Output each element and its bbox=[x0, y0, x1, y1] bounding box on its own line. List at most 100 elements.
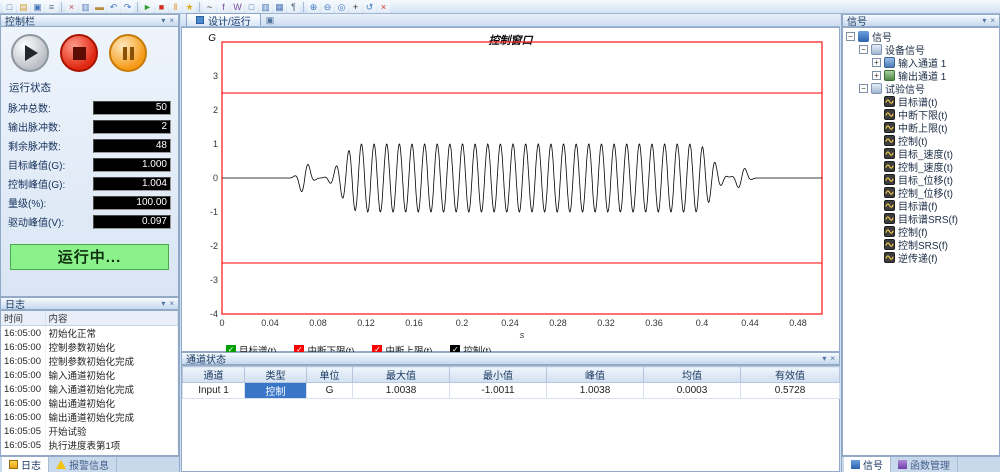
x-tick-label: 0.04 bbox=[261, 318, 279, 328]
wave-icon bbox=[884, 122, 895, 133]
cross-cursor-icon[interactable]: + bbox=[349, 1, 362, 13]
file-save-icon[interactable]: ▣ bbox=[31, 1, 44, 13]
copy-icon[interactable]: ▥ bbox=[79, 1, 92, 13]
log-column-header: 内容 bbox=[45, 311, 178, 326]
log-cell: 执行进度表第1项 bbox=[45, 438, 178, 452]
channel-cell: 0.0003 bbox=[644, 383, 741, 399]
new-waterfall-window-icon[interactable]: W bbox=[231, 1, 244, 13]
close-icon[interactable]: × bbox=[830, 353, 835, 364]
float-window-icon[interactable]: ▣ bbox=[266, 15, 275, 26]
signal-tabstrip: 信号 函数管理 bbox=[842, 456, 1000, 472]
log-icon bbox=[9, 460, 18, 469]
signal-icon bbox=[851, 460, 860, 469]
new-time-window-icon[interactable]: ~ bbox=[203, 1, 216, 13]
channel-status-title: 通道状态 bbox=[186, 351, 226, 366]
channel-cell: 1.0038 bbox=[353, 383, 450, 399]
start-button[interactable] bbox=[11, 34, 49, 72]
channel-status-header: 通道状态 ▾ × bbox=[181, 352, 840, 365]
layout-single-icon[interactable]: □ bbox=[245, 1, 258, 13]
y-tick-label: -1 bbox=[210, 207, 218, 217]
function-icon bbox=[898, 460, 907, 469]
redo-icon[interactable]: ↷ bbox=[121, 1, 134, 13]
run-status-title: 运行状态 bbox=[1, 75, 178, 98]
status-field-value: 0.097 bbox=[93, 215, 171, 229]
close-icon[interactable]: × bbox=[169, 15, 174, 26]
control-bar-header: 控制栏 ▾ × bbox=[0, 14, 179, 27]
wave-icon bbox=[884, 226, 895, 237]
pin-icon[interactable]: ▾ bbox=[822, 353, 826, 364]
tree-expander-icon[interactable]: + bbox=[872, 58, 881, 67]
tree-node-wave[interactable]: 逆传递(f) bbox=[843, 251, 999, 264]
tree-expander-icon[interactable]: − bbox=[846, 32, 855, 41]
cut-icon[interactable]: × bbox=[65, 1, 78, 13]
zoom-fit-icon[interactable]: ◎ bbox=[335, 1, 348, 13]
document-area: 设计/运行 ▣ 控制窗口 3210-1-2-3-400.040.080.120.… bbox=[181, 14, 840, 472]
waveform-plot: 3210-1-2-3-400.040.080.120.160.20.240.28… bbox=[182, 32, 839, 342]
log-cell: 16:05:00 bbox=[1, 410, 45, 424]
tab-log[interactable]: 日志 bbox=[2, 457, 49, 472]
control-bar-body: 运行状态 脉冲总数:50输出脉冲数:2剩余脉冲数:48目标峰值(G):1.000… bbox=[0, 27, 179, 297]
undo-icon[interactable]: ↶ bbox=[107, 1, 120, 13]
status-field: 量级(%):100.00 bbox=[1, 193, 178, 212]
channel-column-header: 最小值 bbox=[450, 367, 547, 383]
running-status-badge: 运行中... bbox=[10, 244, 169, 270]
file-new-icon[interactable]: □ bbox=[3, 1, 16, 13]
log-cell: 16:05:00 bbox=[1, 326, 45, 341]
layout-grid-icon[interactable]: ▦ bbox=[273, 1, 286, 13]
test-schedule-icon[interactable]: ★ bbox=[183, 1, 196, 13]
tree-node-label: 逆传递(f) bbox=[898, 250, 937, 265]
close-icon[interactable]: × bbox=[990, 15, 995, 26]
log-row: 16:05:00初始化正常 bbox=[1, 326, 178, 341]
x-tick-label: 0 bbox=[219, 318, 224, 328]
log-row: 16:05:00控制参数初始化 bbox=[1, 340, 178, 354]
status-field-value: 48 bbox=[93, 139, 171, 153]
pin-icon[interactable]: ▾ bbox=[982, 15, 986, 26]
new-freq-window-icon[interactable]: f bbox=[217, 1, 230, 13]
tab-signal[interactable]: 信号 bbox=[844, 457, 891, 472]
wave-icon bbox=[884, 200, 895, 211]
pin-icon[interactable]: ▾ bbox=[161, 15, 165, 26]
stop-test-icon[interactable]: ■ bbox=[155, 1, 168, 13]
pause-test-icon[interactable]: ‖ bbox=[169, 1, 182, 13]
print-icon[interactable]: ≡ bbox=[45, 1, 58, 13]
close-window-icon[interactable]: × bbox=[377, 1, 390, 13]
zoom-out-icon[interactable]: ⊖ bbox=[321, 1, 334, 13]
zoom-in-icon[interactable]: ⊕ bbox=[307, 1, 320, 13]
control-bar-panel: 控制栏 ▾ × 运行状态 脉冲总数:50输出脉冲数:2剩余脉冲数:48目标峰值(… bbox=[0, 14, 179, 297]
log-header: 日志 ▾ × bbox=[0, 297, 179, 310]
channel-header-row: 通道类型单位最大值最小值峰值均值有效值 bbox=[183, 367, 840, 383]
document-tabstrip: 设计/运行 ▣ bbox=[181, 14, 840, 27]
pause-button[interactable] bbox=[109, 34, 147, 72]
file-open-icon[interactable]: ▤ bbox=[17, 1, 30, 13]
report-icon[interactable]: ¶ bbox=[287, 1, 300, 13]
tab-alarm-info[interactable]: 报警信息 bbox=[49, 457, 117, 472]
log-title: 日志 bbox=[5, 296, 25, 311]
y-tick-label: 1 bbox=[213, 139, 218, 149]
wave-icon bbox=[884, 213, 895, 224]
wave-icon bbox=[884, 148, 895, 159]
close-icon[interactable]: × bbox=[169, 298, 174, 309]
x-tick-label: 0.32 bbox=[597, 318, 615, 328]
channel-cell: Input 1 bbox=[183, 383, 245, 399]
tab-function-label: 函数管理 bbox=[910, 457, 950, 472]
x-tick-label: 0.12 bbox=[357, 318, 375, 328]
layout-two-icon[interactable]: ▥ bbox=[259, 1, 272, 13]
refresh-icon[interactable]: ↺ bbox=[363, 1, 376, 13]
tab-function-manager[interactable]: 函数管理 bbox=[891, 457, 958, 472]
pause-icon bbox=[123, 47, 134, 60]
tab-design-run[interactable]: 设计/运行 bbox=[186, 13, 261, 26]
start-test-icon[interactable]: ► bbox=[141, 1, 154, 13]
channel-row[interactable]: Input 1控制G1.0038-1.00111.00380.00030.572… bbox=[183, 383, 840, 399]
log-cell: 16:05:05 bbox=[1, 424, 45, 438]
main-toolbar: □▤▣≡×▥▬↶↷►■‖★~fW□▥▦¶⊕⊖◎+↺× bbox=[0, 0, 1000, 14]
channel-column-header: 有效值 bbox=[741, 367, 840, 383]
tree-expander-icon[interactable]: − bbox=[859, 45, 868, 54]
pin-icon[interactable]: ▾ bbox=[161, 298, 165, 309]
log-cell: 16:05:05 bbox=[1, 438, 45, 452]
paste-icon[interactable]: ▬ bbox=[93, 1, 106, 13]
tree-expander-icon[interactable]: − bbox=[859, 84, 868, 93]
y-tick-label: 2 bbox=[213, 105, 218, 115]
tree-expander-icon[interactable]: + bbox=[872, 71, 881, 80]
stop-button[interactable] bbox=[60, 34, 98, 72]
wave-icon bbox=[884, 109, 895, 120]
